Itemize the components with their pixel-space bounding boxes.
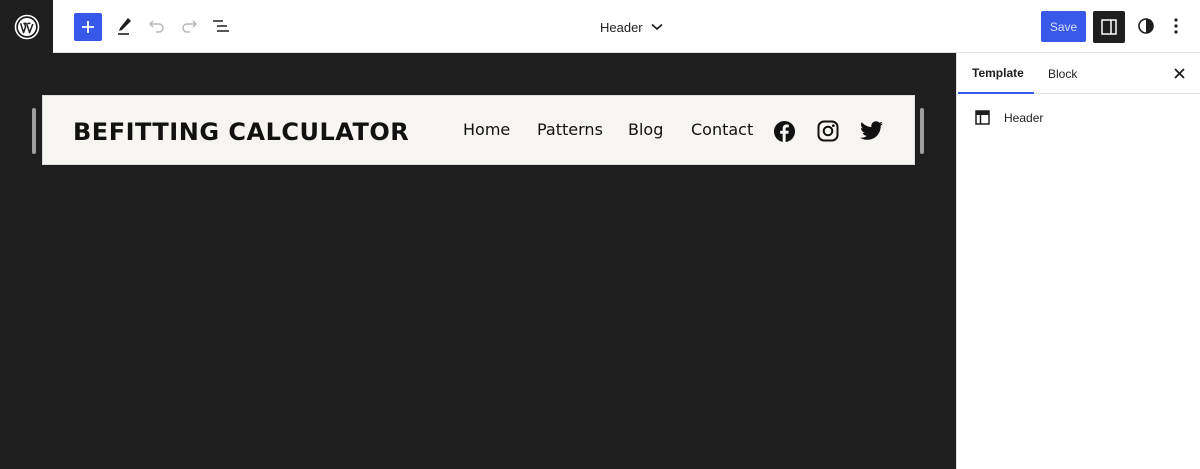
nav-item-blog[interactable]: Blog	[628, 120, 663, 139]
resize-handle-left[interactable]	[32, 108, 36, 154]
list-view-icon	[213, 20, 229, 32]
list-view-button[interactable]	[207, 12, 235, 40]
resize-handle-right[interactable]	[920, 108, 924, 154]
site-header-block[interactable]: BEFITTING CALCULATOR Home Patterns Blog …	[42, 95, 915, 165]
tab-template[interactable]: Template	[958, 53, 1034, 94]
tools-button[interactable]	[111, 12, 139, 40]
add-block-button[interactable]	[74, 13, 102, 41]
sidebar-icon	[1101, 19, 1117, 35]
facebook-icon[interactable]	[772, 119, 796, 143]
styles-button[interactable]	[1132, 12, 1160, 40]
settings-sidebar: Template Block Header	[956, 53, 1200, 469]
site-title[interactable]: BEFITTING CALCULATOR	[73, 118, 409, 146]
more-vertical-icon	[1174, 18, 1178, 34]
document-title: Header	[600, 19, 643, 35]
settings-toggle-button[interactable]	[1093, 11, 1125, 43]
template-name: Header	[1004, 110, 1044, 125]
plus-icon	[82, 21, 94, 33]
instagram-icon[interactable]	[816, 119, 840, 143]
close-sidebar-button[interactable]	[1169, 63, 1189, 83]
save-button[interactable]: Save	[1041, 11, 1086, 42]
nav-item-home[interactable]: Home	[463, 120, 510, 139]
template-part-info: Header	[975, 110, 1043, 125]
document-title-dropdown[interactable]: Header	[600, 14, 663, 40]
pencil-icon	[118, 18, 131, 35]
wordpress-icon[interactable]	[0, 0, 53, 53]
redo-icon	[182, 20, 198, 33]
editor-canvas: BEFITTING CALCULATOR Home Patterns Blog …	[0, 53, 956, 469]
layout-icon	[975, 110, 990, 125]
undo-button[interactable]	[143, 12, 171, 40]
nav-item-patterns[interactable]: Patterns	[537, 120, 603, 139]
undo-icon	[148, 20, 164, 33]
sidebar-tabs: Template Block	[957, 53, 1200, 94]
options-button[interactable]	[1166, 12, 1186, 40]
redo-button[interactable]	[175, 12, 203, 40]
contrast-icon	[1138, 18, 1154, 34]
close-icon	[1173, 67, 1185, 79]
twitter-icon[interactable]	[860, 119, 884, 143]
nav-item-contact[interactable]: Contact	[691, 120, 753, 139]
chevron-down-icon	[651, 23, 663, 31]
tab-block[interactable]: Block	[1034, 53, 1091, 94]
editor-toolbar: Header Save	[0, 0, 1200, 53]
